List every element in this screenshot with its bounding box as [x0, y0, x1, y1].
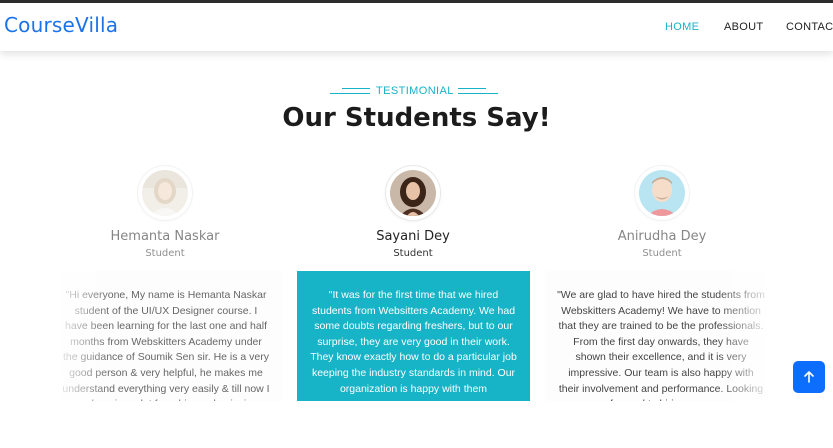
tag-decoration-left	[330, 88, 370, 95]
avatar-ring	[635, 166, 689, 220]
navbar: CourseVilla HOME ABOUT CONTACT	[0, 3, 833, 51]
avatar-ring	[138, 166, 192, 220]
section-title: Our Students Say!	[282, 103, 551, 133]
avatar	[390, 170, 436, 216]
person-role: Student	[642, 248, 682, 259]
avatar-ring	[386, 166, 440, 220]
testimonial-card-1: "Hi everyone, My name is Hemanta Naskar …	[50, 271, 282, 401]
person-name: Hemanta Naskar	[110, 229, 220, 244]
testimonial-person-1: Hemanta Naskar Student	[90, 166, 240, 259]
section-tag-label: TESTIMONIAL	[376, 85, 454, 97]
person-name: Anirudha Dey	[617, 229, 707, 244]
testimonial-person-3: Anirudha Dey Student	[587, 166, 737, 259]
brand-logo[interactable]: CourseVilla	[4, 13, 118, 37]
avatar	[639, 170, 685, 216]
testimonial-quote: "It was for the first time that we hired…	[310, 289, 517, 395]
nav-contact-link[interactable]: CONTACT	[786, 21, 833, 33]
person-role: Student	[393, 248, 433, 259]
tag-decoration-right	[458, 88, 498, 95]
testimonial-quote: "We are glad to have hired the students …	[557, 289, 765, 401]
scroll-to-top-button[interactable]	[793, 361, 825, 393]
person-role: Student	[145, 248, 185, 259]
nav-about-link[interactable]: ABOUT	[724, 21, 763, 33]
testimonial-card-3: "We are glad to have hired the students …	[545, 271, 777, 401]
testimonial-card-2: "It was for the first time that we hired…	[297, 271, 530, 401]
person-name: Sayani Dey	[376, 229, 450, 244]
arrow-up-icon	[804, 371, 814, 383]
testimonial-person-2: Sayani Dey Student	[338, 166, 488, 259]
section-tag: TESTIMONIAL	[330, 84, 498, 100]
testimonial-quote: "Hi everyone, My name is Hemanta Naskar …	[62, 289, 270, 401]
nav-home-link[interactable]: HOME	[665, 21, 699, 33]
avatar	[142, 170, 188, 216]
